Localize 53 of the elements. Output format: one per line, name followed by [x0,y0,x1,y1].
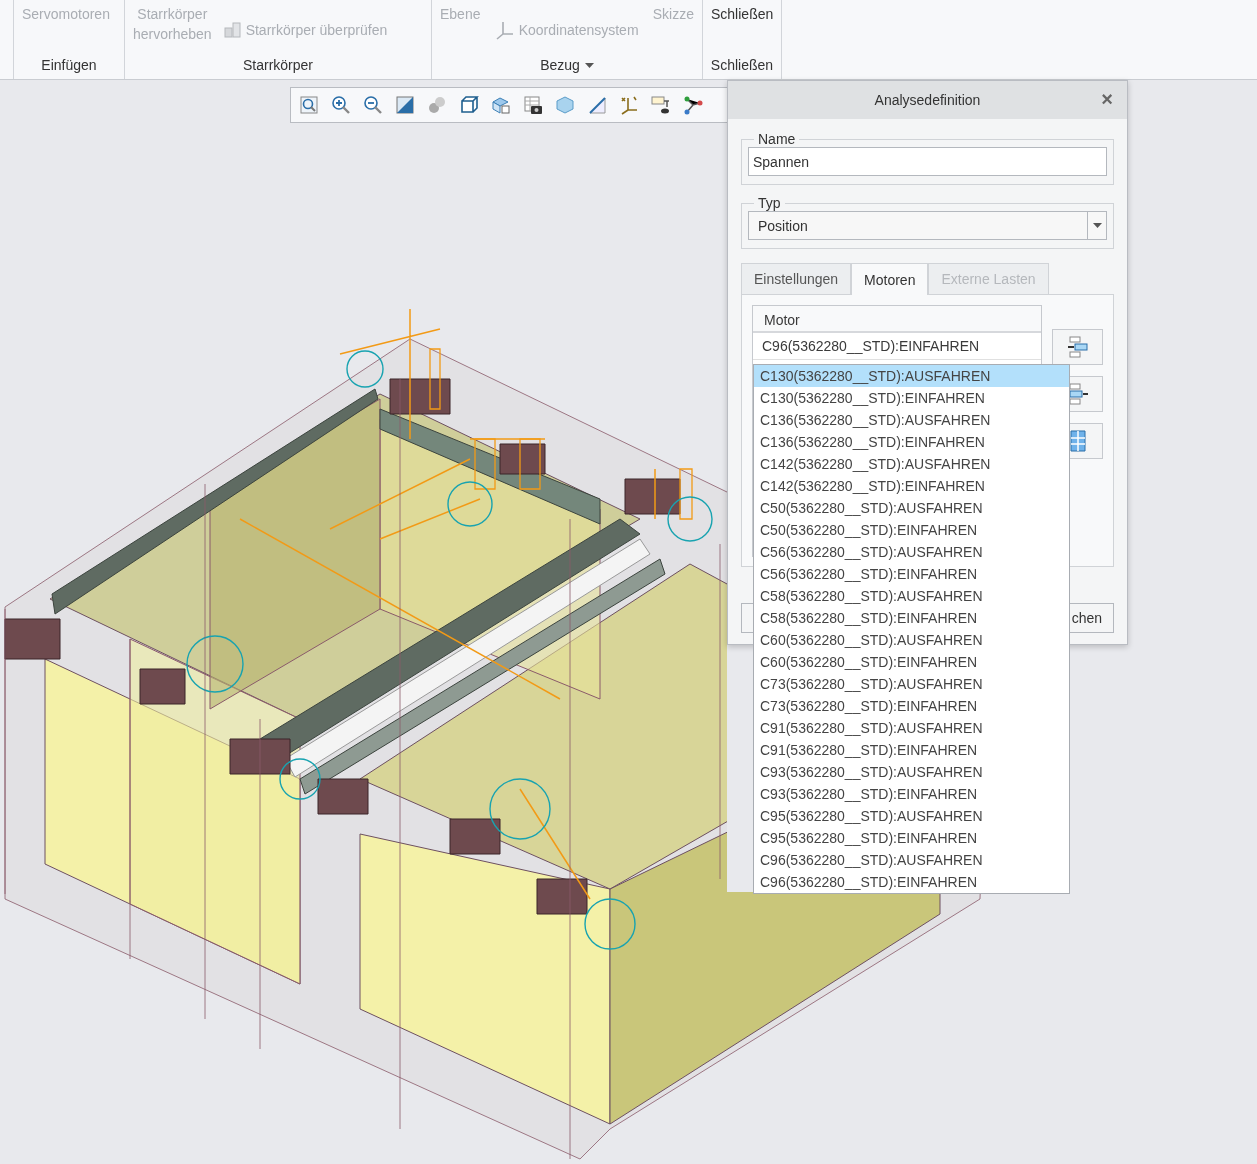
table-camera-icon[interactable] [523,95,543,115]
list-option[interactable]: C130(5362280__STD):EINFAHREN [754,387,1069,409]
caret-icon [1092,223,1102,228]
list-option[interactable]: C136(5362280__STD):EINFAHREN [754,431,1069,453]
list-option[interactable]: C136(5362280__STD):AUSFAHREN [754,409,1069,431]
list-option[interactable]: C96(5362280__STD):EINFAHREN [754,871,1069,893]
list-option[interactable]: C95(5362280__STD):AUSFAHREN [754,805,1069,827]
axes-icon[interactable] [619,95,639,115]
cube-lock-icon[interactable] [491,95,511,115]
stacked-blocks-icon [223,22,242,38]
display-eye-icon[interactable] [651,95,671,115]
name-input-field[interactable]: Spannen [748,147,1107,176]
plane-icon[interactable] [587,95,607,115]
list-option[interactable]: C93(5362280__STD):EINFAHREN [754,783,1069,805]
list-option[interactable]: C73(5362280__STD):EINFAHREN [754,695,1069,717]
list-option[interactable]: C142(5362280__STD):AUSFAHREN [754,453,1069,475]
list-option[interactable]: C96(5362280__STD):AUSFAHREN [754,849,1069,871]
insert-row-icon [1065,336,1090,358]
axes-icon [494,20,515,40]
group-label: Schließen [710,56,774,74]
zoom-area-icon[interactable] [299,95,319,115]
list-option[interactable]: C56(5362280__STD):AUSFAHREN [754,541,1069,563]
type-dropdown[interactable]: Position [748,211,1107,240]
list-option[interactable]: C56(5362280__STD):EINFAHREN [754,563,1069,585]
list-option[interactable]: C130(5362280__STD):AUSFAHREN [754,365,1069,387]
branch-nodes-icon[interactable] [683,95,703,115]
list-option[interactable]: C91(5362280__STD):AUSFAHREN [754,717,1069,739]
field-legend: Name [754,131,800,147]
close-button[interactable]: × [1097,89,1117,109]
group-label: Einfügen [41,56,97,74]
dialog-title: Analysedefinition [874,92,981,108]
list-option[interactable]: C60(5362280__STD):EINFAHREN [754,651,1069,673]
field-legend: Typ [754,195,785,211]
ribbon-command[interactable]: Schließen [711,4,774,24]
tab[interactable]: Motoren [851,263,929,295]
group-label: Bezug [540,56,580,74]
insert-row-button[interactable] [1052,329,1103,365]
table-cell[interactable]: C96(5362280__STD):EINFAHREN [753,333,1041,360]
list-option[interactable]: C91(5362280__STD):EINFAHREN [754,739,1069,761]
list-option[interactable]: C73(5362280__STD):AUSFAHREN [754,673,1069,695]
dropdown-caret-icon[interactable] [584,62,594,68]
list-option[interactable]: C93(5362280__STD):AUSFAHREN [754,761,1069,783]
list-option[interactable]: C95(5362280__STD):EINFAHREN [754,827,1069,849]
group-label: Starrkörper [243,56,313,74]
list-option[interactable]: C50(5362280__STD):EINFAHREN [754,519,1069,541]
square-slash-icon[interactable] [395,95,415,115]
tab[interactable]: Einstellungen [741,263,852,294]
list-option[interactable]: C142(5362280__STD):EINFAHREN [754,475,1069,497]
cube-icon[interactable] [459,95,479,115]
list-option[interactable]: C50(5362280__STD):AUSFAHREN [754,497,1069,519]
zoom-out-icon[interactable] [363,95,383,115]
column-header: Motor [764,312,800,328]
zoom-in-icon[interactable] [331,95,351,115]
